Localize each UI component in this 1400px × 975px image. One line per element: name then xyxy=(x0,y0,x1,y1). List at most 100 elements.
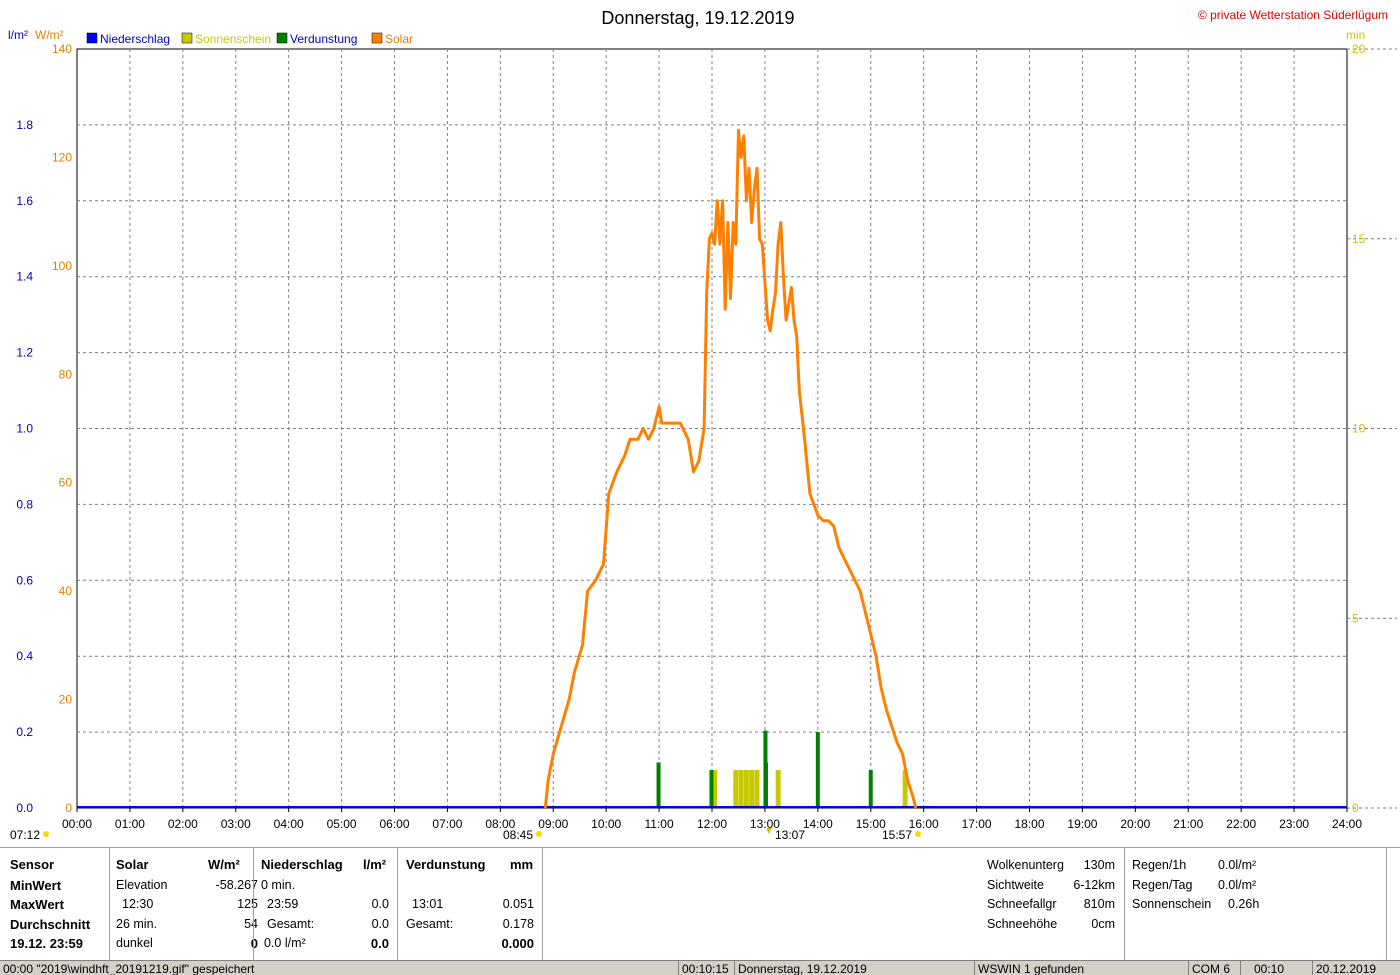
sunrise-top-icon xyxy=(43,831,49,837)
y-axis-precip: 0.0 0.2 0.4 0.6 0.8 1.0 1.2 1.4 1.6 1.8 xyxy=(16,118,33,815)
sunshine-bar xyxy=(754,770,760,808)
solar-value: -58.267 xyxy=(215,878,258,892)
weather-value: 130m xyxy=(1083,858,1115,872)
x-tick-label: 19:00 xyxy=(1067,817,1097,831)
y-tick-label-minutes: 10 xyxy=(1352,422,1366,436)
evaporation-column: Verdunstung mm 13:01 0.051 Gesamt: 0.178… xyxy=(406,848,536,960)
evaporation-unit: mm xyxy=(510,857,534,872)
precip-unit: l/m² xyxy=(363,857,387,872)
precip-value: 0.0 xyxy=(371,917,389,931)
x-tick-label: 00:00 xyxy=(62,817,92,831)
solar-value: 54 xyxy=(244,917,258,931)
legend-label-verdunstung: Verdunstung xyxy=(290,32,357,46)
sensor-row: Durchschnitt xyxy=(10,917,91,932)
sunshine-bars xyxy=(712,770,908,808)
y-tick-label-solar: 40 xyxy=(59,584,73,598)
y-tick-label-precip: 0.2 xyxy=(16,725,33,739)
sunset-time: 15:57 xyxy=(882,828,912,842)
solar-series-line xyxy=(543,128,918,809)
solar-label: 26 min. xyxy=(116,917,157,931)
evaporation-bar xyxy=(868,770,873,808)
sunshine-bar xyxy=(743,770,749,808)
y-tick-label-precip: 1.8 xyxy=(16,118,33,132)
evaporation-value: 0.000 xyxy=(501,936,534,951)
legend-swatch-solar xyxy=(371,32,383,44)
x-tick-label: 20:00 xyxy=(1120,817,1150,831)
solar-unit: W/m² xyxy=(208,857,240,872)
solar-value: 0 xyxy=(250,936,258,951)
weather-label: Sichtweite xyxy=(987,878,1044,892)
y-tick-label-solar: 100 xyxy=(52,259,72,273)
status-wswin: WSWIN 1 gefunden xyxy=(974,961,1084,975)
rain-value: 0.26h xyxy=(1228,897,1260,911)
sunshine-bar xyxy=(733,770,739,808)
x-tick-label: 18:00 xyxy=(1014,817,1044,831)
x-tick-label: 23:00 xyxy=(1279,817,1309,831)
evaporation-value: 0.178 xyxy=(502,917,534,931)
legend-label-sonnenschein: Sonnenschein xyxy=(195,32,271,46)
evaporation-label: 13:01 xyxy=(412,897,444,911)
precip-column: Niederschlag l/m² 0 min. 23:59 0.0 Gesam… xyxy=(261,848,391,960)
x-tick-label: 21:00 xyxy=(1173,817,1203,831)
weather-label: Schneefallgr xyxy=(987,897,1057,911)
x-axis: 00:00 01:00 02:00 03:00 04:00 05:00 06:00 07:00… xyxy=(62,808,1362,831)
weather-chart: Donnerstag, 19.12.2019 © private Wetters… xyxy=(8,8,1397,842)
evaporation-label: Gesamt: xyxy=(406,917,454,931)
solar-label: 12:30 xyxy=(122,897,154,911)
solar-head: Solar xyxy=(116,857,149,872)
x-tick-label: 01:00 xyxy=(115,817,145,831)
x-tick-label: 17:00 xyxy=(962,817,992,831)
legend: Niederschlag Sonnenschein Verdunstung So… xyxy=(86,32,413,46)
precip-label: 0.0 l/m² xyxy=(264,936,306,950)
y-tick-label-solar: 60 xyxy=(59,476,73,490)
sun-markers: 07:12 08:45 13:07 15:57 xyxy=(10,828,921,842)
legend-swatch-sonnenschein xyxy=(181,32,193,44)
y-tick-label-precip: 1.6 xyxy=(16,194,33,208)
rain-value: 0.0l/m² xyxy=(1218,858,1257,872)
sensor-head: Sensor xyxy=(10,857,55,872)
rain-label: Sonnenschein xyxy=(1132,897,1212,911)
x-tick-label: 05:00 xyxy=(327,817,357,831)
y-tick-label-minutes: 5 xyxy=(1352,611,1359,625)
sunshine-bar xyxy=(749,770,755,808)
x-tick-label: 10:00 xyxy=(591,817,621,831)
evaporation-bar xyxy=(656,762,661,808)
solar-column: Solar W/m² Elevation -58.267 12:30 125 2… xyxy=(116,848,258,960)
x-tick-label: 02:00 xyxy=(168,817,198,831)
legend-label-niederschlag: Niederschlag xyxy=(100,32,170,46)
legend-label-solar: Solar xyxy=(385,32,413,46)
y-tick-label-precip: 1.4 xyxy=(16,270,33,284)
x-tick-label: 12:00 xyxy=(697,817,727,831)
unit-label-solar: W/m² xyxy=(35,28,64,42)
rain-label: Regen/Tag xyxy=(1132,878,1193,892)
evaporation-bar xyxy=(815,732,820,808)
x-tick-label: 16:00 xyxy=(909,817,939,831)
weather-column: Wolkenunterg 130m Sichtweite 6-12km Schn… xyxy=(987,848,1117,960)
unit-label-minutes: min xyxy=(1346,28,1365,42)
rain-value: 0.0l/m² xyxy=(1218,878,1257,892)
weather-value: 6-12km xyxy=(1073,878,1115,892)
evaporation-head: Verdunstung xyxy=(406,857,486,872)
y-tick-label-solar: 20 xyxy=(59,693,73,707)
y-axis-solar: 0 20 40 60 80 100 120 140 xyxy=(52,42,72,815)
y-tick-label-solar: 140 xyxy=(52,42,72,56)
status-message: 00:00 "2019\windhft_20191219.gif" gespei… xyxy=(3,962,255,975)
unit-label-precip: l/m² xyxy=(8,28,28,42)
sun-max-marker-icon xyxy=(766,828,772,834)
evaporation-value: 0.051 xyxy=(502,897,534,911)
y-tick-label-precip: 0.4 xyxy=(16,649,33,663)
legend-swatch-verdunstung xyxy=(276,32,288,44)
x-tick-label: 22:00 xyxy=(1226,817,1256,831)
x-tick-label: 24:00 xyxy=(1332,817,1362,831)
copyright-label: © private Wetterstation Süderlügum xyxy=(1198,8,1388,22)
precip-label: 23:59 xyxy=(267,897,299,911)
status-date-label: Donnerstag, 19.12.2019 xyxy=(734,961,867,975)
weather-value: 0cm xyxy=(1091,917,1115,931)
precip-label: 0 min. xyxy=(261,878,296,892)
sunset-icon xyxy=(915,831,921,837)
x-tick-label: 07:00 xyxy=(432,817,462,831)
sunshine-bar xyxy=(738,770,744,808)
x-tick-label: 14:00 xyxy=(803,817,833,831)
sunrise-icon xyxy=(536,831,542,837)
status-date: 20.12.2019 xyxy=(1312,961,1376,975)
